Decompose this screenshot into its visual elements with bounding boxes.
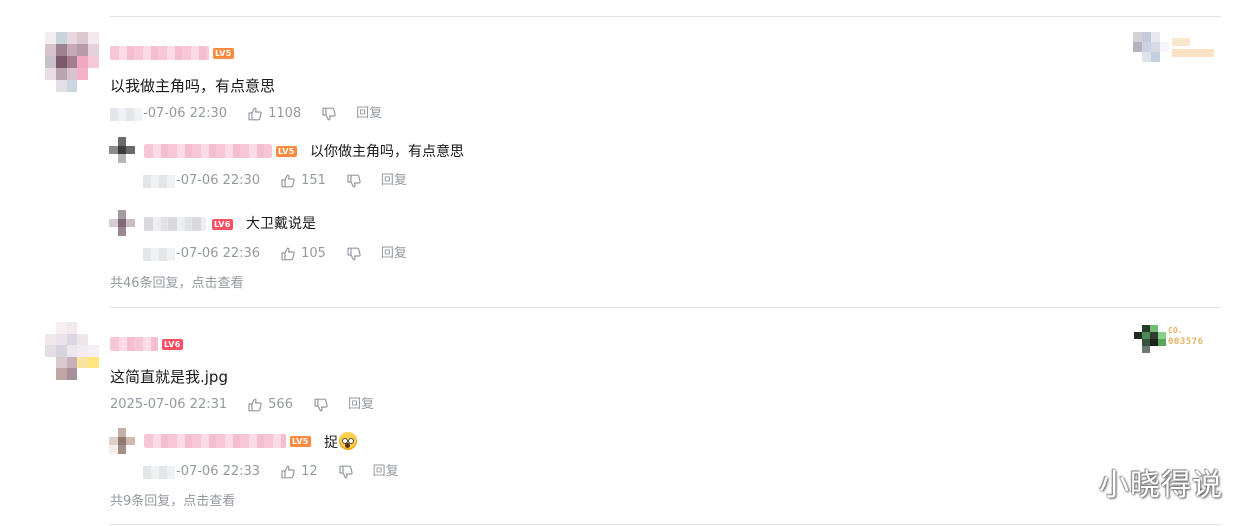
fan-badge [1133, 32, 1169, 62]
thumb-up-icon[interactable] [247, 106, 263, 122]
username[interactable] [110, 46, 209, 60]
thumb-up-icon[interactable] [280, 246, 296, 262]
reply-date: -07-06 22:30 [176, 173, 261, 188]
thumb-down-icon[interactable] [338, 464, 354, 480]
view-more-replies[interactable]: 共46条回复，点击查看 [110, 276, 244, 292]
thumb-up-icon[interactable] [247, 397, 263, 413]
reply-date: -07-06 22:36 [176, 246, 261, 261]
reply-button[interactable]: 回复 [381, 246, 407, 262]
thumb-up-icon[interactable] [280, 464, 296, 480]
scream-emoji-icon [339, 432, 357, 450]
comment-meta: 2025-07-06 22:31 566 回复 [110, 397, 374, 413]
reply-avatar[interactable] [109, 428, 135, 454]
like-count: 12 [301, 464, 318, 479]
level-badge: LV5 [276, 146, 297, 157]
date-redacted [143, 465, 175, 479]
fan-badge-label: CO. [1168, 326, 1183, 335]
reply-date: -07-06 22:33 [176, 464, 261, 479]
reply-button[interactable]: 回复 [373, 464, 399, 480]
comment-date: 2025-07-06 22:31 [110, 397, 228, 412]
reply-meta: -07-06 22:36 105 回复 [143, 246, 407, 262]
like-count: 566 [268, 397, 293, 412]
avatar[interactable] [45, 322, 99, 380]
thumb-up-icon[interactable] [280, 173, 296, 189]
like-count: 1108 [268, 106, 302, 121]
reply-button[interactable]: 回复 [381, 173, 407, 189]
level-badge: LV5 [213, 48, 234, 59]
divider [109, 16, 1221, 17]
fan-badge-number: 003576 [1168, 337, 1204, 347]
divider [109, 307, 1221, 308]
level-badge: LV6 [212, 219, 233, 230]
reply-button[interactable]: 回复 [356, 106, 382, 122]
reply-avatar[interactable] [109, 210, 135, 236]
reply-text: 捉 [324, 432, 357, 452]
date-redacted [143, 247, 175, 261]
comment-date: -07-06 22:30 [143, 106, 228, 121]
fan-badge-image [1134, 325, 1166, 353]
fan-badge-number [1172, 49, 1214, 57]
thumb-down-icon[interactable] [321, 106, 337, 122]
comment-text: 以我做主角吗，有点意思 [110, 77, 276, 95]
reply-button[interactable]: 回复 [348, 397, 374, 413]
date-redacted [143, 174, 175, 188]
reply-text: 大卫戴说是 [246, 216, 316, 232]
reply-avatar[interactable] [109, 137, 135, 163]
divider [109, 524, 1221, 525]
level-badge: LV5 [290, 436, 311, 447]
reply-meta: -07-06 22:33 12 回复 [143, 464, 399, 480]
comment-meta: -07-06 22:30 1108 回复 [110, 106, 382, 122]
avatar[interactable] [45, 32, 99, 92]
level-badge: LV6 [162, 339, 183, 350]
comment-text: 这简直就是我.jpg [110, 368, 228, 386]
date-redacted [110, 107, 142, 121]
reply-text-content: 捉 [324, 435, 338, 451]
thumb-down-icon[interactable] [313, 397, 329, 413]
like-count: 105 [301, 246, 326, 261]
username[interactable] [110, 337, 158, 351]
view-more-replies[interactable]: 共9条回复，点击查看 [110, 494, 235, 510]
like-count: 151 [301, 173, 326, 188]
reply-username[interactable] [144, 217, 206, 231]
fan-badge: CO. 003576 [1134, 325, 1214, 353]
reply-text: 以你做主角吗，有点意思 [310, 144, 464, 160]
watermark: 小晓得说 [1099, 468, 1223, 503]
thumb-down-icon[interactable] [346, 173, 362, 189]
fan-badge-text [1172, 38, 1190, 46]
reply-username[interactable] [144, 434, 286, 448]
reply-meta: -07-06 22:30 151 回复 [143, 173, 407, 189]
thumb-down-icon[interactable] [346, 246, 362, 262]
reply-username[interactable] [144, 144, 272, 158]
